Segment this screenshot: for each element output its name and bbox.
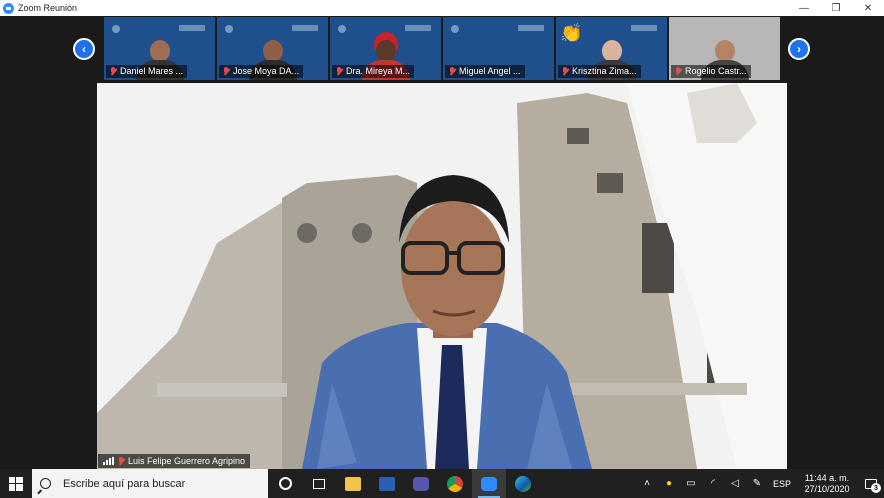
participant-tile[interactable]: Daniel Mares ... xyxy=(104,17,215,80)
participant-name: Krisztina Zima... xyxy=(572,66,637,76)
window-title: Zoom Reunión xyxy=(18,3,78,13)
participant-name-label: Rogelio Castr... xyxy=(671,65,751,78)
search-placeholder: Escribe aquí para buscar xyxy=(63,477,186,490)
taskbar-clock[interactable]: 11:44 a. m. 27/10/2020 xyxy=(796,473,858,495)
notification-count: 3 xyxy=(871,483,881,493)
institution-logo xyxy=(112,25,120,33)
background-graphic xyxy=(631,25,657,31)
background-graphic xyxy=(518,25,544,31)
folder-icon xyxy=(345,476,361,491)
speaker-video-frame xyxy=(97,83,787,469)
prev-participants-button[interactable]: ‹ xyxy=(73,38,95,60)
edge-button[interactable] xyxy=(506,469,540,498)
active-speaker-video[interactable]: Luis Felipe Guerrero Agripino xyxy=(97,83,787,469)
clock-time: 11:44 a. m. xyxy=(804,472,850,483)
restore-button[interactable]: ❐ xyxy=(820,0,852,16)
connection-signal-icon xyxy=(103,457,114,465)
participant-name-label: Krisztina Zima... xyxy=(558,65,641,78)
clock-date: 27/10/2020 xyxy=(804,483,850,494)
mic-muted-icon xyxy=(223,67,229,76)
search-icon xyxy=(40,478,51,489)
edge-icon xyxy=(515,475,531,492)
speaker-name-label: Luis Felipe Guerrero Agripino xyxy=(98,454,251,468)
chrome-button[interactable] xyxy=(438,469,472,498)
battery-icon[interactable]: ▭ xyxy=(680,478,702,489)
zoom-taskbar-button[interactable] xyxy=(472,469,506,498)
participant-tile[interactable]: Miguel Angel ... xyxy=(443,17,554,80)
participant-name-label: Jose Moya DA... xyxy=(219,65,304,78)
windows-logo-icon xyxy=(9,476,23,491)
chrome-icon xyxy=(447,475,463,492)
action-center-button[interactable]: 3 xyxy=(858,469,884,498)
minimize-button[interactable]: — xyxy=(788,0,820,16)
word-icon xyxy=(379,476,395,491)
speaker-name: Luis Felipe Guerrero Agripino xyxy=(128,456,246,466)
mic-muted-icon xyxy=(110,67,116,76)
background-graphic xyxy=(179,25,205,31)
participant-tile[interactable]: Jose Moya DA... xyxy=(217,17,328,80)
participant-name: Jose Moya DA... xyxy=(233,66,300,76)
volume-icon[interactable]: ◁ xyxy=(724,478,746,489)
teams-icon xyxy=(413,476,429,491)
next-participants-button[interactable]: › xyxy=(788,38,810,60)
meeting-area: ‹ › Daniel Mares ... Jose Moya DA... Dra… xyxy=(0,16,884,469)
windows-taskbar: Escribe aquí para buscar ˄ ● ▭ ◜ ◁ ✎ ESP… xyxy=(0,469,884,498)
show-hidden-icons-button[interactable]: ˄ xyxy=(636,478,658,489)
participant-name-label: Miguel Angel ... xyxy=(445,65,525,78)
participant-tile[interactable]: Dra. Mireya M... xyxy=(330,17,441,80)
mic-muted-icon xyxy=(118,456,124,466)
file-explorer-button[interactable] xyxy=(336,469,370,498)
teams-button[interactable] xyxy=(404,469,438,498)
mic-muted-icon xyxy=(562,67,568,76)
zoom-icon xyxy=(481,476,497,491)
mic-muted-icon xyxy=(675,67,681,76)
task-view-button[interactable] xyxy=(302,469,336,498)
mic-muted-icon xyxy=(336,67,342,76)
participant-name-label: Dra. Mireya M... xyxy=(332,65,415,78)
pen-icon[interactable]: ✎ xyxy=(746,478,768,489)
participant-name: Rogelio Castr... xyxy=(685,66,747,76)
system-tray: ˄ ● ▭ ◜ ◁ ✎ ESP 11:44 a. m. 27/10/2020 3 xyxy=(636,469,884,498)
institution-logo xyxy=(451,25,459,33)
taskbar-search-box[interactable]: Escribe aquí para buscar xyxy=(32,469,268,498)
cortana-button[interactable] xyxy=(268,469,302,498)
background-graphic xyxy=(292,25,318,31)
cortana-circle-icon xyxy=(278,477,292,490)
clap-reaction-icon: 👏 xyxy=(560,23,583,43)
participant-name: Dra. Mireya M... xyxy=(346,66,411,76)
norton-icon[interactable]: ● xyxy=(658,478,680,489)
title-bar: Zoom Reunión — ❐ ✕ xyxy=(0,0,884,16)
participant-name: Daniel Mares ... xyxy=(120,66,184,76)
participant-tile[interactable]: Rogelio Castr... xyxy=(669,17,780,80)
participant-name: Miguel Angel ... xyxy=(459,66,521,76)
institution-logo xyxy=(338,25,346,33)
task-view-icon xyxy=(313,478,325,489)
participant-tile[interactable]: 👏 Krisztina Zima... xyxy=(556,17,667,80)
mic-muted-icon xyxy=(449,67,455,76)
background-graphic xyxy=(405,25,431,31)
close-button[interactable]: ✕ xyxy=(852,0,884,16)
word-button[interactable] xyxy=(370,469,404,498)
participant-name-label: Daniel Mares ... xyxy=(106,65,188,78)
zoom-app-icon xyxy=(3,2,14,14)
institution-logo xyxy=(225,25,233,33)
wifi-icon[interactable]: ◜ xyxy=(702,478,724,489)
input-language[interactable]: ESP xyxy=(768,479,796,489)
start-button[interactable] xyxy=(0,469,32,498)
